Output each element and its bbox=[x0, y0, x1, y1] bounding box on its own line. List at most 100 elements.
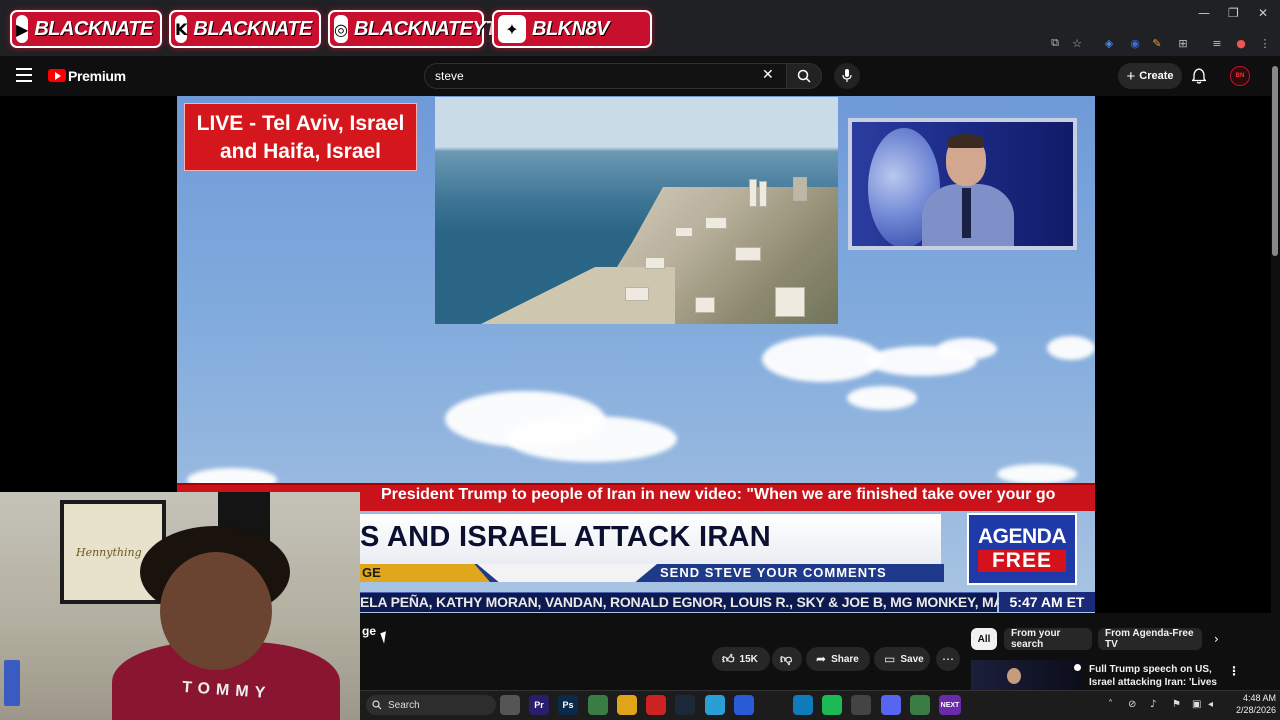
restore-button[interactable]: ❐ bbox=[1228, 6, 1239, 20]
dislike-button[interactable]: 👎︎ bbox=[772, 647, 802, 671]
live-line-2: and Haifa, Israel bbox=[219, 140, 382, 163]
social-handle: BLACKNATE bbox=[193, 17, 312, 40]
notifications-button[interactable] bbox=[1190, 68, 1208, 89]
tower-building bbox=[759, 181, 767, 207]
social-handle: BLKN8V bbox=[532, 17, 610, 40]
volume-icon[interactable]: ◂ bbox=[1208, 699, 1213, 710]
save-label: Save bbox=[900, 653, 924, 665]
instagram-icon: ◎ bbox=[334, 15, 348, 43]
chip-all[interactable]: All bbox=[971, 628, 997, 650]
clear-search-icon[interactable]: ✕ bbox=[762, 67, 774, 83]
more-icon: ⋯ bbox=[942, 652, 954, 666]
streamer-face bbox=[160, 552, 272, 670]
streamer-facecam: Hennything TOMMY bbox=[0, 492, 360, 720]
building bbox=[695, 297, 715, 313]
video-title-partial: ge bbox=[362, 624, 377, 638]
plus-icon: + bbox=[1126, 67, 1136, 85]
twitter-social-badge: ✦ BLKN8V bbox=[492, 10, 652, 48]
chip-from-your-search[interactable]: From your search bbox=[1004, 628, 1092, 650]
live-dot-icon bbox=[1074, 664, 1081, 671]
live-location-banner: LIVE - Tel Aviv, Israel and Haifa, Israe… bbox=[184, 103, 417, 171]
clock-date: 2/28/2026 bbox=[1235, 705, 1276, 715]
voice-search-button[interactable] bbox=[834, 63, 860, 89]
spotify-icon[interactable] bbox=[822, 695, 842, 715]
cloud bbox=[762, 336, 882, 382]
building bbox=[735, 247, 761, 261]
player-letterbox-right bbox=[1095, 96, 1271, 613]
chip-from-agenda-free-tv[interactable]: From Agenda-Free TV bbox=[1098, 628, 1202, 650]
create-button[interactable]: + Create bbox=[1118, 63, 1182, 89]
headline-text: S AND ISRAEL ATTACK IRAN bbox=[360, 521, 772, 553]
tray-app-icon[interactable]: ⊘ bbox=[1128, 699, 1136, 710]
more-actions-button[interactable]: ⋯ bbox=[936, 647, 960, 671]
steam-icon[interactable] bbox=[675, 695, 695, 715]
microphone-tray-icon[interactable]: ♪ bbox=[1150, 699, 1156, 710]
extension-icon[interactable]: ◈ bbox=[1102, 36, 1116, 50]
telegram-icon[interactable] bbox=[705, 695, 725, 715]
building bbox=[625, 287, 649, 301]
taskbar-search-label: Search bbox=[388, 699, 420, 711]
building bbox=[645, 257, 665, 269]
browser-menu-icon[interactable]: ⋮ bbox=[1258, 36, 1272, 50]
building bbox=[705, 217, 727, 229]
puzzle-icon[interactable]: ⊞ bbox=[1176, 36, 1190, 50]
chevron-right-icon[interactable]: › bbox=[1214, 632, 1219, 646]
tray-overflow-icon[interactable]: ˄ bbox=[1108, 699, 1113, 710]
clock-time: 4:48 AM bbox=[1242, 693, 1276, 703]
bell-icon bbox=[1190, 68, 1208, 84]
sub-headline-left: GE bbox=[360, 564, 490, 582]
taskbar-search[interactable]: Search bbox=[366, 695, 496, 715]
search-query: steve bbox=[435, 69, 464, 83]
account-avatar[interactable]: BN bbox=[1230, 66, 1250, 86]
like-button[interactable]: 👍︎ 15K bbox=[712, 647, 770, 671]
discord-icon[interactable] bbox=[881, 695, 901, 715]
file-explorer-icon[interactable] bbox=[617, 695, 637, 715]
task-view-icon[interactable] bbox=[500, 695, 520, 715]
cloud bbox=[997, 464, 1077, 484]
minimize-button[interactable]: — bbox=[1198, 6, 1210, 20]
save-icon: ▭ bbox=[884, 652, 896, 666]
bookmark-star-icon[interactable]: ☆ bbox=[1070, 36, 1084, 50]
create-label: Create bbox=[1139, 70, 1174, 82]
cast-icon[interactable]: ⧉ bbox=[1048, 36, 1062, 50]
edge-icon[interactable] bbox=[793, 695, 813, 715]
scrollbar-thumb[interactable] bbox=[1272, 66, 1278, 256]
hoodie-text: TOMMY bbox=[181, 678, 272, 703]
microphone-icon bbox=[842, 69, 852, 82]
app-red-icon[interactable] bbox=[646, 695, 666, 715]
social-handle: BLACKNATE bbox=[34, 17, 153, 40]
tab-search-icon[interactable]: ≡ bbox=[1210, 36, 1224, 50]
share-icon: ➦ bbox=[816, 652, 827, 666]
premiere-icon[interactable]: Pr bbox=[529, 695, 549, 715]
search-button[interactable] bbox=[786, 63, 822, 89]
menu-icon[interactable] bbox=[16, 68, 32, 82]
recommendation-menu-icon[interactable]: ⋮ bbox=[1228, 664, 1240, 678]
app-blue-icon[interactable] bbox=[734, 695, 754, 715]
windows-taskbar bbox=[360, 690, 1280, 720]
taskbar-clock[interactable]: 4:48 AM 2/28/2026 bbox=[1224, 692, 1276, 716]
photoshop-icon[interactable]: Ps bbox=[558, 695, 578, 715]
save-button[interactable]: ▭ Save bbox=[874, 647, 930, 671]
network-icon[interactable]: ▣ bbox=[1192, 699, 1201, 710]
poster-text: Hennything bbox=[76, 546, 142, 559]
pencil-extension-icon[interactable]: ✎ bbox=[1150, 36, 1164, 50]
close-window-button[interactable]: ✕ bbox=[1258, 6, 1268, 20]
youtube-icon: ▶ bbox=[16, 15, 29, 43]
settings-icon[interactable] bbox=[851, 695, 871, 715]
extension-icon[interactable]: ◉ bbox=[1128, 36, 1142, 50]
profile-icon[interactable]: ● bbox=[1234, 36, 1248, 50]
youtube-logo-text[interactable]: Premium bbox=[68, 68, 126, 84]
tray-app-icon[interactable]: ⚑ bbox=[1172, 699, 1181, 710]
recommendation-thumbnail[interactable] bbox=[971, 660, 1081, 690]
chrome-icon[interactable] bbox=[910, 695, 930, 715]
chrome-icon[interactable] bbox=[588, 695, 608, 715]
news-host bbox=[918, 130, 1014, 246]
youtube-header: Premium steve ✕ + Create BN bbox=[0, 56, 1280, 96]
drink-can bbox=[4, 660, 20, 706]
youtube-logo-icon[interactable] bbox=[48, 69, 66, 82]
next-app-icon[interactable]: NEXT bbox=[939, 695, 961, 715]
tower-building bbox=[793, 177, 807, 201]
search-input[interactable]: steve bbox=[424, 63, 786, 89]
kick-icon: K bbox=[175, 15, 188, 43]
share-button[interactable]: ➦ Share bbox=[806, 647, 870, 671]
